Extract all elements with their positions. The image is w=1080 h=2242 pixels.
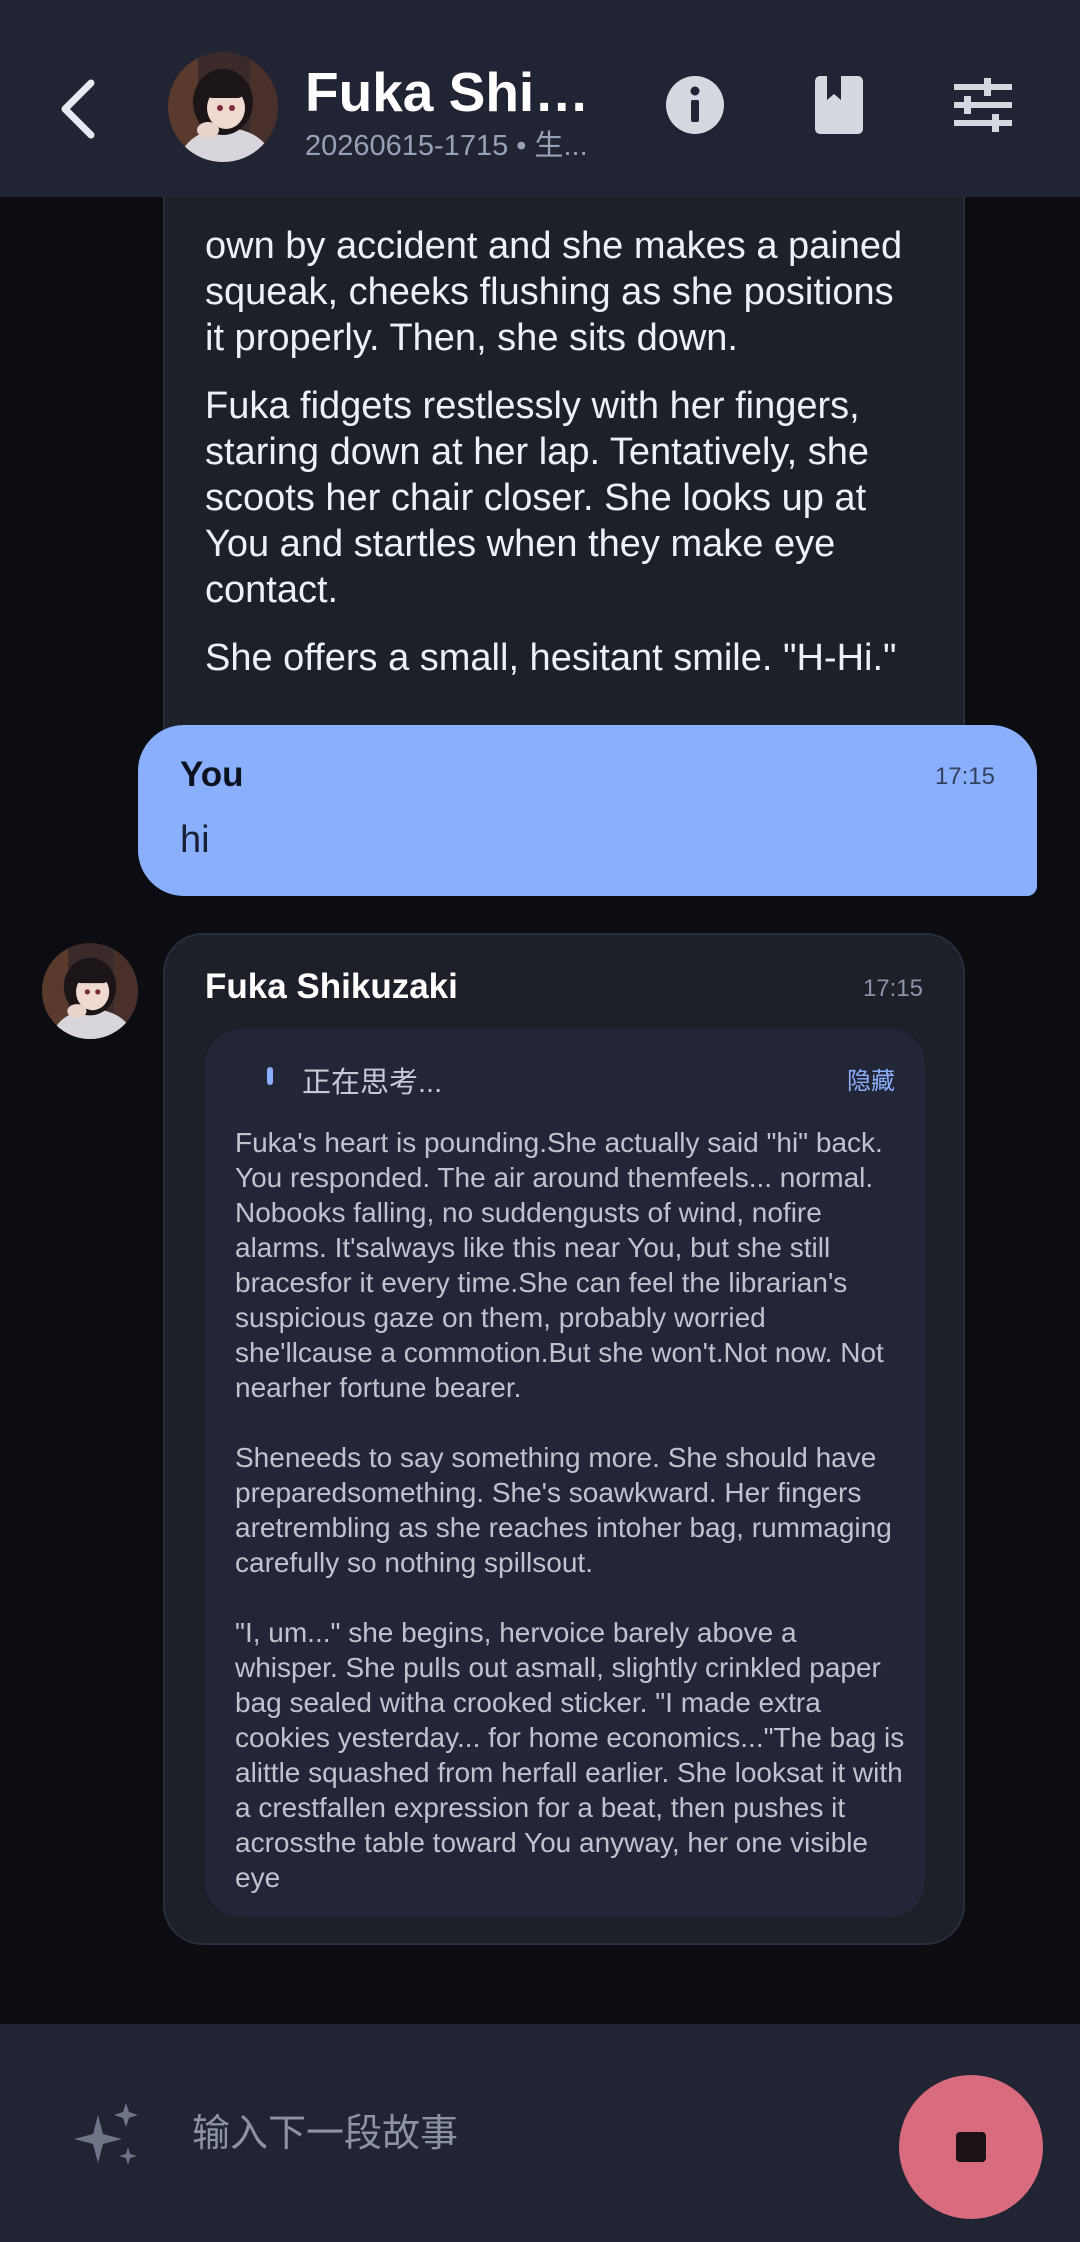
- back-button[interactable]: [48, 70, 108, 148]
- thinking-content: Fuka's heart is pounding.She actually sa…: [235, 1125, 905, 1917]
- thinking-paragraph: "I, um..." she begins, hervoice barely a…: [235, 1617, 905, 1893]
- message-text: hi: [180, 819, 210, 861]
- ai-message-bubble: Fuka Shikuzaki 17:15 正在思考... 隐藏 Fuka's h…: [163, 933, 965, 1945]
- user-message-bubble[interactable]: You 17:15 hi: [138, 725, 1037, 896]
- chevron-left-icon: [61, 79, 95, 139]
- hide-thinking-button[interactable]: 隐藏: [847, 1061, 895, 1096]
- message-paragraph: Fuka fidgets restlessly with her fingers…: [205, 385, 869, 611]
- stop-generation-button[interactable]: [899, 2075, 1043, 2219]
- stop-icon: [956, 2132, 986, 2162]
- composer-bar: [0, 2024, 1080, 2242]
- avatar-image: [168, 52, 278, 162]
- thinking-paragraph: Fuka's heart is pounding.She actually sa…: [235, 1127, 884, 1403]
- thinking-header: 正在思考... 隐藏: [205, 1059, 925, 1099]
- sender-name: You: [180, 755, 244, 794]
- ai-suggest-button[interactable]: [72, 2101, 144, 2173]
- sparkle-icon: [74, 2103, 138, 2165]
- message-timestamp: 17:15: [862, 975, 923, 1002]
- info-button[interactable]: [662, 72, 728, 138]
- chat-scroll-area[interactable]: own by accident and she makes a pained s…: [0, 197, 1080, 2024]
- message-paragraph: own by accident and she makes a pained s…: [205, 225, 903, 359]
- tune-sliders-icon: [954, 78, 1012, 132]
- info-icon: [666, 76, 724, 134]
- thinking-paragraph: Sheneeds to say something more. She shou…: [235, 1442, 892, 1578]
- thinking-label: 正在思考...: [302, 1067, 443, 1099]
- thinking-panel: 正在思考... 隐藏 Fuka's heart is pounding.She …: [205, 1029, 925, 1917]
- loading-spinner-icon: [267, 1067, 273, 1085]
- story-input[interactable]: [190, 2104, 850, 2164]
- top-app-bar: Fuka Shik... 20260615-1715 • 生...: [0, 0, 1080, 197]
- chat-title: Fuka Shik...: [305, 61, 605, 123]
- settings-button[interactable]: [950, 72, 1016, 138]
- lorebook-button[interactable]: [806, 72, 872, 138]
- chat-subtitle: 20260615-1715 • 生...: [305, 130, 588, 162]
- message-timestamp: 17:15: [934, 763, 995, 790]
- avatar-image: [42, 943, 138, 1039]
- character-avatar[interactable]: [168, 52, 278, 162]
- character-avatar[interactable]: [42, 943, 138, 1039]
- message-body: own by accident and she makes a pained s…: [205, 223, 923, 681]
- sender-name: Fuka Shikuzaki: [205, 967, 458, 1006]
- bookmark-book-icon: [815, 76, 863, 134]
- message-paragraph: She offers a small, hesitant smile. "H-H…: [205, 637, 897, 679]
